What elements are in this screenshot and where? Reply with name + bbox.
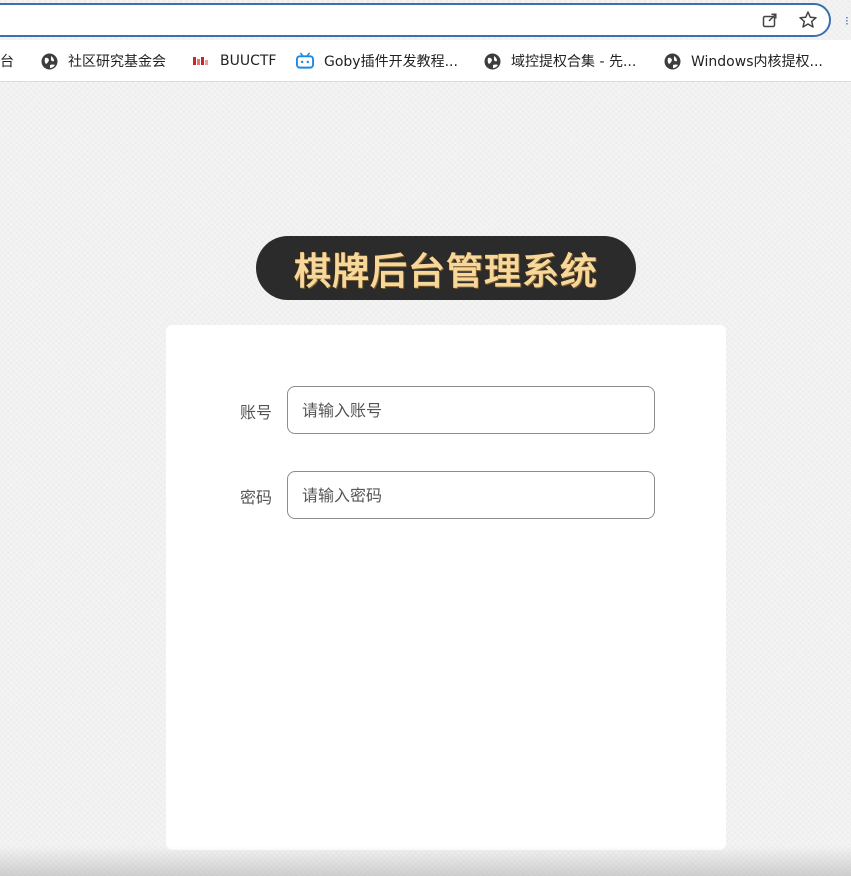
bookmark-item[interactable]: BUUCTF	[192, 50, 276, 72]
bookmark-label: BUUCTF	[220, 53, 277, 69]
bookmark-item[interactable]: 域控提权合集 - 先...	[483, 50, 636, 72]
buuctf-logo-icon	[192, 52, 210, 70]
bookmark-label: 平台	[0, 54, 14, 70]
password-label: 密码	[240, 488, 273, 507]
bookmark-item[interactable]: Goby插件开发教程...	[296, 50, 458, 72]
bookmarks-bar: 平台 社区研究基金会 BUUCTF Goby插件开发教程... 域控提权合集 -…	[0, 40, 851, 82]
system-title-banner: 棋牌后台管理系统	[256, 236, 636, 300]
bookmark-item[interactable]: 社区研究基金会	[40, 50, 166, 72]
star-icon[interactable]	[797, 9, 819, 31]
page-title: 棋牌后台管理系统	[294, 250, 598, 293]
bilibili-tv-icon	[296, 52, 314, 70]
login-card: 账号 密码	[166, 325, 726, 850]
bookmark-item[interactable]: Windows内核提权...	[663, 50, 823, 72]
page: ⁝ 平台 社区研究基金会 BUUCTF Goby插件开发教程...	[0, 0, 851, 876]
password-row: 密码	[166, 471, 726, 519]
bookmark-label: 社区研究基金会	[68, 54, 166, 70]
address-bar-actions	[759, 9, 819, 31]
account-input[interactable]	[287, 386, 655, 434]
share-icon[interactable]	[759, 9, 781, 31]
globe-icon	[483, 52, 501, 70]
address-bar[interactable]	[0, 3, 831, 37]
bookmark-item[interactable]: 平台	[0, 50, 14, 72]
bookmark-label: Goby插件开发教程...	[324, 54, 458, 70]
extension-edge-icon: ⁝	[845, 14, 849, 28]
account-label: 账号	[240, 403, 273, 422]
bookmark-label: Windows内核提权...	[691, 54, 823, 70]
account-row: 账号	[166, 386, 726, 434]
bottom-shadow	[0, 846, 851, 876]
password-input[interactable]	[287, 471, 655, 519]
bookmark-label: 域控提权合集 - 先...	[511, 54, 637, 70]
globe-icon	[663, 52, 681, 70]
globe-icon	[40, 52, 58, 70]
